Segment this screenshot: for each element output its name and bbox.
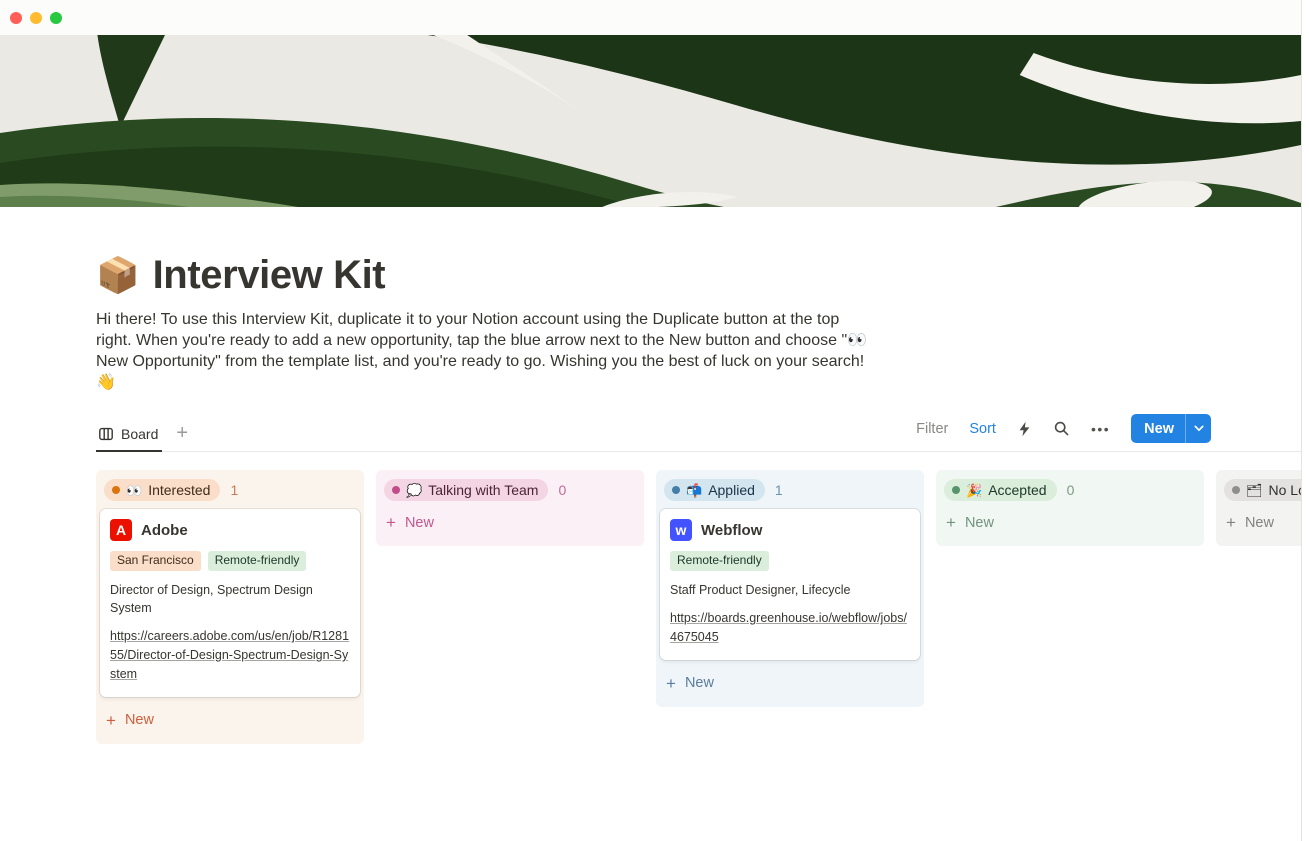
tag-remote-friendly: Remote-friendly [670, 551, 769, 571]
card-count: 0 [558, 482, 566, 498]
column-header: 💭 Talking with Team 0 [380, 474, 640, 508]
column-title: Talking with Team [428, 482, 538, 498]
card-title: Adobe [141, 522, 188, 539]
board-column-talking-with-team: 💭 Talking with Team 0 + New [376, 470, 644, 546]
card-adobe[interactable]: A Adobe San Francisco Remote-friendly Di… [100, 509, 360, 696]
status-pill-accepted[interactable]: 🎉 Accepted [944, 479, 1057, 501]
tag-row: San Francisco Remote-friendly [110, 551, 350, 571]
tag-san-francisco: San Francisco [110, 551, 201, 571]
status-pill-talking-with-team[interactable]: 💭 Talking with Team [384, 479, 548, 501]
column-title: Accepted [988, 482, 1046, 498]
add-card-label: New [405, 515, 434, 531]
board-column-interested: 👀 Interested 1 A Adobe San Francisco Rem… [96, 470, 364, 743]
board-column-accepted: 🎉 Accepted 0 + New [936, 470, 1204, 546]
webflow-logo: w [670, 519, 692, 541]
eyes-emoji: 👀 [126, 484, 142, 497]
new-button-label[interactable]: New [1131, 414, 1185, 443]
zoom-window-button[interactable] [50, 12, 62, 24]
card-job-link[interactable]: https://careers.adobe.com/us/en/job/R128… [110, 627, 350, 683]
mailbox-emoji: 📬 [686, 484, 702, 497]
tag-row: Remote-friendly [670, 551, 910, 571]
more-options-button[interactable]: ••• [1091, 421, 1110, 437]
add-view-button[interactable]: + [176, 423, 188, 443]
add-card-button[interactable]: + New [660, 670, 920, 697]
status-dot [952, 486, 960, 494]
folder-emoji: 🗂 [1246, 484, 1263, 497]
board-column-applied: 📬 Applied 1 w Webflow Remote-friendly St… [656, 470, 924, 706]
status-dot [112, 486, 120, 494]
tab-board-label: Board [121, 426, 158, 442]
card-count: 0 [1067, 482, 1075, 498]
column-title: Applied [708, 482, 755, 498]
add-card-button[interactable]: + New [380, 509, 640, 536]
page-icon[interactable]: 📦 [96, 258, 140, 293]
board-column-no-longer: 🗂 No Lon + New [1216, 470, 1302, 546]
board-icon [98, 426, 114, 442]
column-header: 📬 Applied 1 [660, 474, 920, 508]
plus-icon: + [666, 675, 676, 692]
page-header: 📦 Interview Kit [96, 253, 1301, 298]
adobe-logo: A [110, 519, 132, 541]
column-header: 🎉 Accepted 0 [940, 474, 1200, 508]
view-bar: Board + Filter Sort ••• [96, 414, 1301, 452]
notion-window: 📦 Interview Kit Hi there! To use this In… [0, 0, 1302, 841]
search-icon[interactable] [1053, 420, 1070, 437]
view-tabs: Board + [96, 422, 188, 451]
card-role: Director of Design, Spectrum Design Syst… [110, 581, 350, 617]
thought-balloon-emoji: 💭 [406, 484, 422, 497]
add-card-label: New [125, 712, 154, 728]
board-toolbar: Filter Sort ••• New [916, 414, 1211, 451]
add-card-label: New [685, 675, 714, 691]
add-card-button[interactable]: + New [100, 707, 360, 734]
add-card-button[interactable]: + New [1220, 509, 1302, 536]
tag-remote-friendly: Remote-friendly [208, 551, 307, 571]
column-title: Interested [148, 482, 210, 498]
card-webflow[interactable]: w Webflow Remote-friendly Staff Product … [660, 509, 920, 659]
card-title: Webflow [701, 522, 762, 539]
party-popper-emoji: 🎉 [966, 484, 982, 497]
new-button[interactable]: New [1131, 414, 1211, 443]
status-pill-applied[interactable]: 📬 Applied [664, 479, 765, 501]
close-window-button[interactable] [10, 12, 22, 24]
sort-button[interactable]: Sort [969, 421, 996, 437]
cover-image [0, 35, 1301, 207]
card-role: Staff Product Designer, Lifecycle [670, 581, 910, 599]
tab-board[interactable]: Board [96, 422, 162, 452]
card-title-row: A Adobe [110, 519, 350, 541]
add-card-button[interactable]: + New [940, 509, 1200, 536]
add-card-label: New [1245, 515, 1274, 531]
chevron-down-icon [1194, 425, 1204, 432]
plus-icon: + [946, 514, 956, 531]
status-dot [392, 486, 400, 494]
column-title: No Lon [1269, 482, 1302, 498]
page-description[interactable]: Hi there! To use this Interview Kit, dup… [96, 309, 871, 393]
window-titlebar [0, 0, 1301, 35]
status-dot [672, 486, 680, 494]
status-dot [1232, 486, 1240, 494]
column-header: 🗂 No Lon [1220, 474, 1302, 508]
page-title[interactable]: Interview Kit [153, 253, 386, 298]
card-title-row: w Webflow [670, 519, 910, 541]
card-count: 1 [775, 482, 783, 498]
add-card-label: New [965, 515, 994, 531]
plus-icon: + [386, 514, 396, 531]
filter-button[interactable]: Filter [916, 421, 948, 437]
lightning-icon[interactable] [1017, 421, 1032, 437]
status-pill-interested[interactable]: 👀 Interested [104, 479, 220, 501]
kanban-board: 👀 Interested 1 A Adobe San Francisco Rem… [96, 470, 1301, 743]
column-header: 👀 Interested 1 [100, 474, 360, 508]
plus-icon: + [106, 712, 116, 729]
card-job-link[interactable]: https://boards.greenhouse.io/webflow/job… [670, 609, 910, 647]
card-count: 1 [230, 482, 238, 498]
minimize-window-button[interactable] [30, 12, 42, 24]
page-content: 📦 Interview Kit Hi there! To use this In… [0, 253, 1301, 744]
new-button-dropdown[interactable] [1185, 414, 1211, 443]
plus-icon: + [1226, 514, 1236, 531]
status-pill-no-longer[interactable]: 🗂 No Lon [1224, 479, 1302, 501]
